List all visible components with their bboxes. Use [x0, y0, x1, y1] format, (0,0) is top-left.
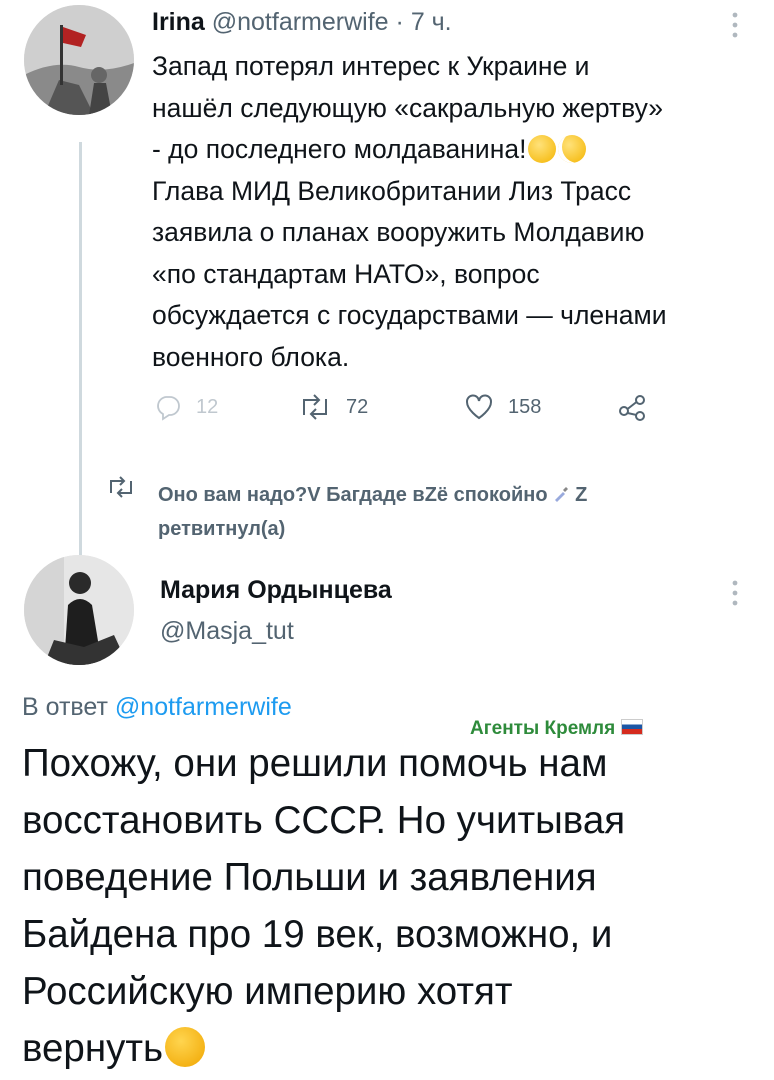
- reply-icon: [154, 393, 182, 421]
- retweet-icon: [298, 393, 332, 421]
- avatar[interactable]: [24, 555, 134, 665]
- tweet-line: обсуждается с государствами — членами: [152, 300, 667, 330]
- more-options-icon[interactable]: [728, 580, 742, 606]
- tweet-line-text: - до последнего молдаванина!: [152, 134, 527, 164]
- retweet-count: 72: [346, 395, 369, 418]
- timestamp[interactable]: 7 ч.: [411, 8, 452, 36]
- tweet-text: Похожу, они решили помочь нам восстанови…: [22, 735, 762, 1077]
- author-handle[interactable]: @Masja_tut: [160, 617, 294, 646]
- share-button[interactable]: [618, 393, 648, 421]
- reply-to-handle-link[interactable]: @notfarmerwife: [115, 693, 292, 721]
- reply-context: В ответ @notfarmerwife: [22, 693, 292, 722]
- thinking-face-emoji-icon: [165, 1027, 206, 1067]
- reply-button[interactable]: 12: [154, 393, 218, 421]
- retweeter-name-suffix: Z: [569, 484, 588, 506]
- author-handle[interactable]: @notfarmerwife: [212, 8, 389, 36]
- retweet-icon: [106, 475, 136, 510]
- monocle-face-emoji-icon: [558, 135, 587, 163]
- author-name[interactable]: Мария Ордынцева: [160, 576, 392, 605]
- avatar[interactable]: [24, 5, 134, 115]
- tweet-text: Запад потерял интерес к Украине и нашёл …: [152, 46, 772, 378]
- tweet-line: Запад потерял интерес к Украине и: [152, 51, 590, 81]
- syringe-emoji-icon: [552, 480, 570, 502]
- heart-icon: [464, 393, 494, 421]
- tweet-line: вернуть: [22, 1020, 762, 1077]
- retweet-button[interactable]: 72: [298, 393, 368, 421]
- smirk-emoji-icon: [528, 135, 557, 163]
- retweeted-label: ретвитнул(а): [158, 518, 286, 540]
- like-button[interactable]: 158: [464, 393, 541, 421]
- tweet-line: Российскую империю хотят: [22, 970, 513, 1013]
- tweet-line: восстановить СССР. Но учитывая: [22, 799, 626, 842]
- retweeter-name[interactable]: Оно вам надо?V Багдаде вZё спокойно Z: [158, 478, 587, 512]
- tweet-header: Irina @notfarmerwife · 7 ч.: [152, 6, 452, 38]
- separator-dot: ·: [395, 8, 404, 36]
- tweet-line: Похожу, они решили помочь нам: [22, 742, 608, 785]
- reply-count: 12: [196, 395, 219, 418]
- author-name[interactable]: Irina: [152, 8, 205, 36]
- thread-connector-line: [79, 142, 82, 562]
- tweet-actions: 12 72 158: [152, 393, 672, 425]
- more-options-icon[interactable]: [728, 12, 742, 38]
- tweet-line: - до последнего молдаванина!: [152, 129, 772, 171]
- tweet-line-text: вернуть: [22, 1027, 164, 1070]
- like-count: 158: [508, 395, 542, 418]
- russian-flag-icon: [621, 719, 644, 735]
- tweet-line: Глава МИД Великобритании Лиз Трасс: [152, 175, 632, 206]
- tweet-line: заявила о планах вооружить Молдавию: [152, 217, 645, 247]
- tweet-line: Байдена про 19 век, возможно, и: [22, 913, 613, 956]
- retweeter-name-text: Оно вам надо?V Багдаде вZё спокойно: [158, 484, 548, 506]
- reply-prefix: В ответ: [22, 693, 108, 721]
- tweet-line: нашёл следующую «сакральную жертву»: [152, 92, 663, 123]
- tweet-line: военного блока.: [152, 341, 350, 372]
- tweet-line: поведение Польши и заявления: [22, 856, 597, 899]
- tweet-line: «по стандартам НАТО», вопрос: [152, 258, 540, 289]
- share-icon: [618, 393, 648, 421]
